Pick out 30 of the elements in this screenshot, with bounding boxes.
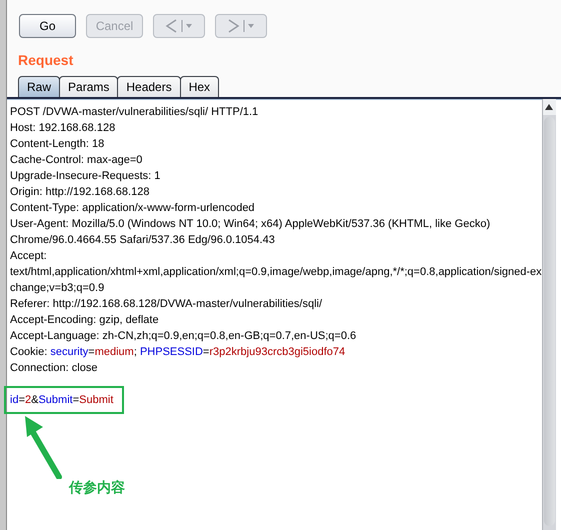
tab[interactable]: Params — [59, 76, 118, 97]
request-line: Content-Type: application/x-www-form-urlencoded — [10, 201, 256, 216]
request-line: Host: 192.168.68.128 — [10, 121, 116, 136]
tab[interactable]: Headers — [117, 76, 181, 97]
request-body: id=2&Submit=Submit — [10, 393, 114, 408]
request-line: Cache-Control: max-age=0 — [10, 153, 144, 168]
request-line: Content-Length: 18 — [10, 137, 106, 152]
annotation-arrow — [23, 415, 63, 479]
go-button[interactable]: Go — [19, 14, 76, 38]
request-line: Accept-Encoding: gzip, deflate — [10, 313, 160, 328]
annotation-label: 传参内容 — [69, 479, 125, 497]
scroll-up-icon[interactable] — [545, 104, 554, 110]
chevron-left-icon — [164, 19, 194, 33]
request-line: Upgrade-Insecure-Requests: 1 — [10, 169, 162, 184]
chevron-right-icon — [226, 19, 256, 33]
request-line: Accept-Language: zh-CN,zh;q=0.9,en;q=0.8,en-GB;q=0.7,en-US;q=0.6 — [10, 329, 358, 344]
request-line: Accept: — [10, 249, 48, 264]
request-line: Referer: http://192.168.68.128/DVWA-master/vulnerabilities/sqli/ — [10, 297, 324, 312]
tab[interactable]: Raw — [18, 76, 60, 97]
request-line: Chrome/96.0.4664.55 Safari/537.36 Edg/96.0.1054.43 — [10, 233, 276, 248]
request-line: Origin: http://192.168.68.128 — [10, 185, 150, 200]
request-line: User-Agent: Mozilla/5.0 (Windows NT 10.0; Win64; x64) AppleWebKit/537.36 (KHTML, like Gecko) — [10, 217, 492, 232]
request-line: POST /DVWA-master/vulnerabilities/sqli/ HTTP/1.1 — [10, 105, 260, 120]
request-line: Connection: close — [10, 361, 98, 376]
section-title: Request — [18, 52, 74, 68]
scrollbar[interactable] — [542, 99, 556, 530]
request-line: text/html,application/xhtml+xml,application/xml;q=0.9,image/webp,image/apng,*/*;q=0.8,application/signed-ex — [10, 265, 542, 280]
request-line: Cookie: security=medium; PHPSESSID=r3p2krbju93crcb3gi5iodfo74 — [10, 345, 346, 360]
tab[interactable]: Hex — [180, 76, 220, 97]
request-line: change;v=b3;q=0.9 — [10, 281, 106, 296]
